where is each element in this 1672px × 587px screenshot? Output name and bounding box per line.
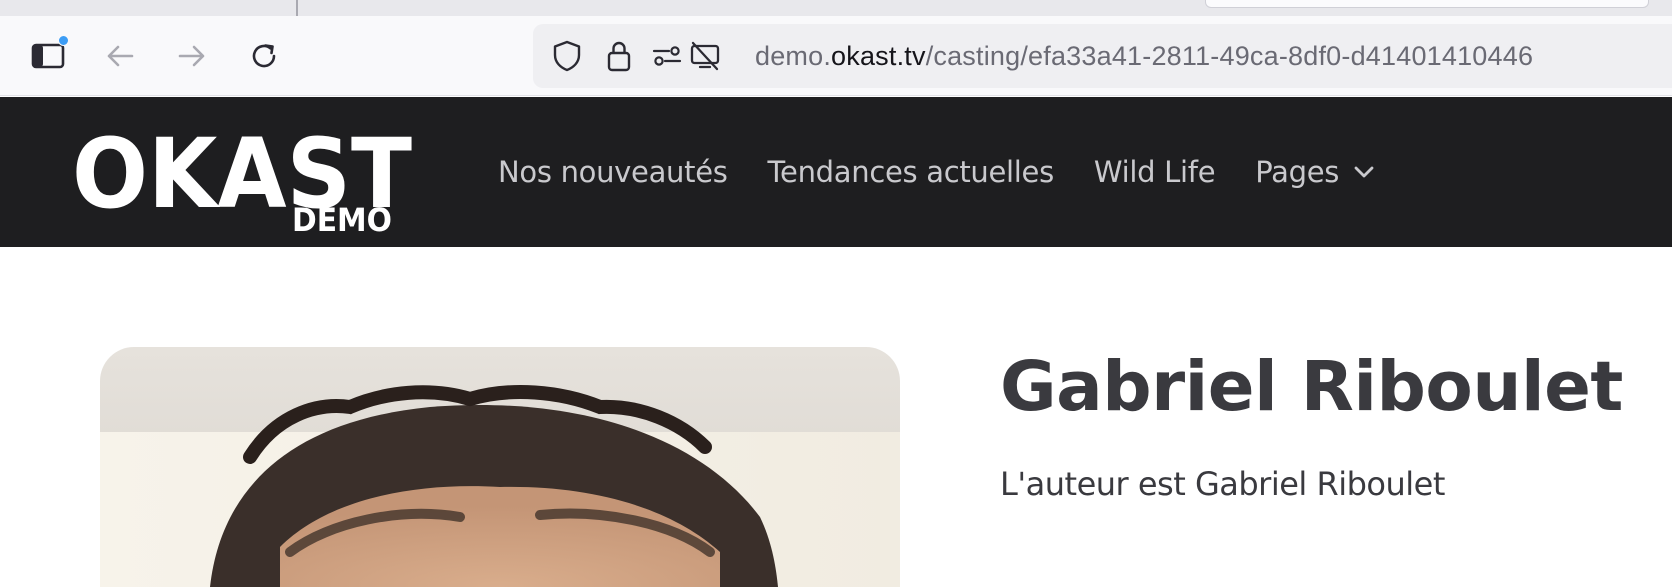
- nav-item-label: Nos nouveautés: [498, 155, 728, 189]
- lock-icon[interactable]: [597, 24, 641, 88]
- screen-share-blocked-icon[interactable]: [683, 24, 727, 88]
- nav-item-label: Wild Life: [1093, 155, 1216, 189]
- nav-item-label: Pages: [1255, 155, 1340, 189]
- shield-icon[interactable]: [545, 24, 589, 88]
- notification-dot: [58, 35, 69, 46]
- url-path: /casting/efa33a41-2811-49ca-8df0-d414014…: [925, 41, 1534, 71]
- reload-icon[interactable]: [240, 16, 288, 96]
- nav-item-pages[interactable]: Pages: [1255, 155, 1375, 189]
- browser-toolbar: demo.okast.tv/casting/efa33a41-2811-49ca…: [0, 16, 1672, 96]
- nav-item-tendances[interactable]: Tendances actuelles: [767, 155, 1055, 189]
- tab-strip: [0, 0, 1672, 16]
- nav-item-nouveautes[interactable]: Nos nouveautés: [498, 155, 728, 189]
- tab-divider: [296, 0, 298, 16]
- logo-sub: DEMO: [292, 201, 392, 233]
- nav-item-wild-life[interactable]: Wild Life: [1093, 155, 1216, 189]
- chevron-down-icon: [1353, 165, 1375, 179]
- nav-item-label: Tendances actuelles: [767, 155, 1055, 189]
- url-text[interactable]: demo.okast.tv/casting/efa33a41-2811-49ca…: [755, 24, 1533, 88]
- profile-section: Gabriel Riboulet L'auteur est Gabriel Ri…: [0, 247, 1672, 587]
- url-host: okast.tv: [831, 41, 926, 71]
- tab-popup-edge: [1205, 0, 1649, 8]
- profile-bio: L'auteur est Gabriel Riboulet: [1000, 465, 1445, 503]
- site-navbar: OKAST DEMO Nos nouveautés Tendances actu…: [0, 97, 1672, 247]
- address-bar[interactable]: demo.okast.tv/casting/efa33a41-2811-49ca…: [533, 24, 1672, 88]
- arrow-left-icon[interactable]: [96, 16, 144, 96]
- main-nav: Nos nouveautés Tendances actuelles Wild …: [498, 97, 1415, 247]
- sidebar-icon[interactable]: [24, 16, 72, 96]
- arrow-right-icon[interactable]: [168, 16, 216, 96]
- profile-name: Gabriel Riboulet: [1000, 347, 1623, 427]
- profile-photo: [100, 347, 900, 587]
- site-logo[interactable]: OKAST DEMO: [72, 123, 417, 233]
- url-prefix: demo.: [755, 41, 832, 71]
